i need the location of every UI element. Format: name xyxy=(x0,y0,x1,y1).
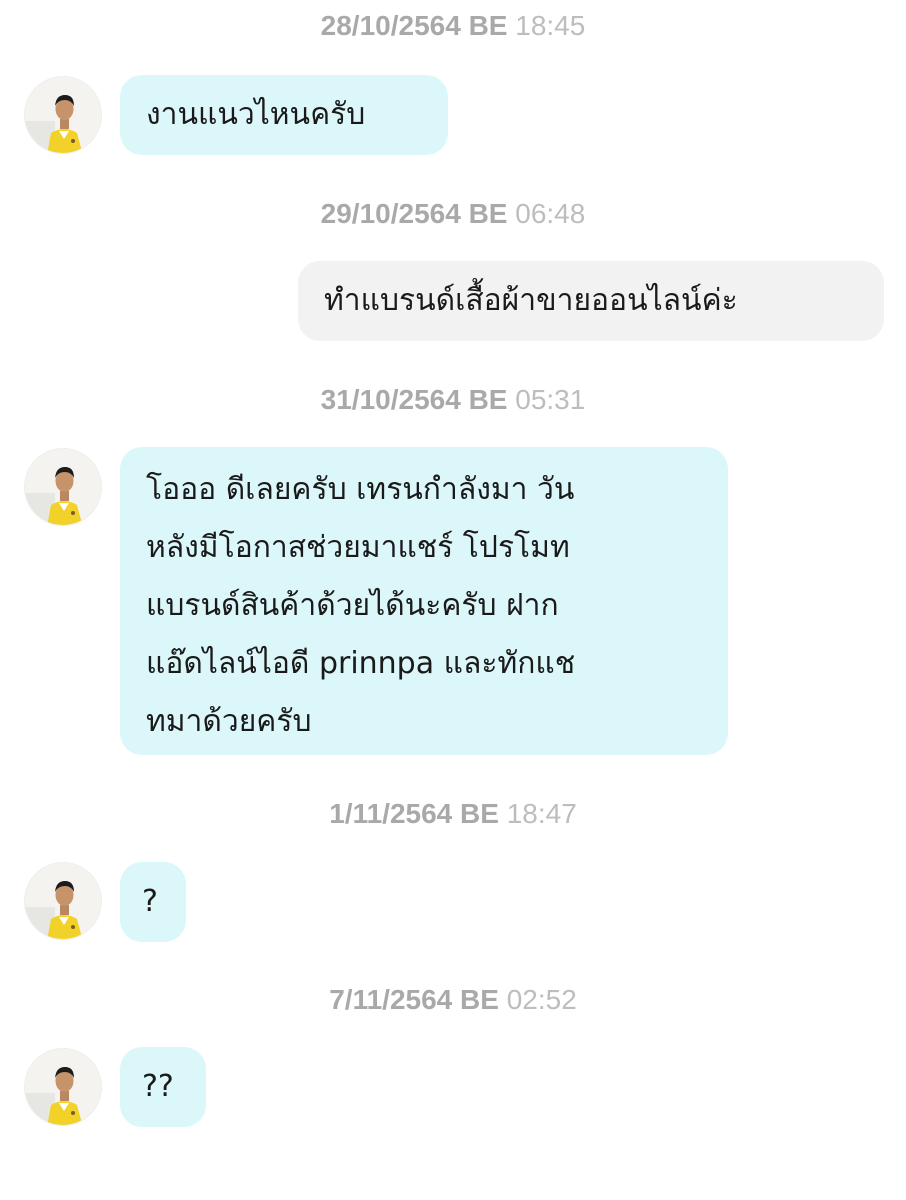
contact-avatar[interactable] xyxy=(24,862,102,940)
message-line: แบรนด์สินค้าด้วยได้นะครับ ฝาก xyxy=(146,588,559,623)
contact-avatar[interactable] xyxy=(24,448,102,526)
outgoing-message-bubble[interactable]: ทำแบรนด์เสื้อผ้าขายออนไลน์ค่ะ xyxy=(298,261,884,341)
message-line: แอ๊ดไลน์ไอดี prinnpa และทักแช xyxy=(146,646,576,681)
message-line: ทำแบรนด์เสื้อผ้าขายออนไลน์ค่ะ xyxy=(324,283,738,318)
incoming-message-bubble[interactable]: งานแนวไหนครับ xyxy=(120,75,448,155)
message-line: งานแนวไหนครับ xyxy=(146,97,366,132)
message-timestamp: 31/10/2564 BE 05:31 xyxy=(0,384,906,416)
timestamp-date: 1/11/2564 BE xyxy=(329,798,499,829)
message-text: ?? xyxy=(142,1058,174,1116)
timestamp-time: 18:45 xyxy=(515,10,586,41)
message-timestamp: 1/11/2564 BE 18:47 xyxy=(0,798,906,830)
message-text: ? xyxy=(142,873,158,931)
message-timestamp: 29/10/2564 BE 06:48 xyxy=(0,198,906,230)
timestamp-time: 05:31 xyxy=(515,384,586,415)
timestamp-time: 06:48 xyxy=(515,198,586,229)
timestamp-date: 7/11/2564 BE xyxy=(329,984,499,1015)
timestamp-date: 31/10/2564 BE xyxy=(320,384,508,415)
message-text: โอออ ดีเลยครับ เทรนกำลังมา วัน หลังมีโอก… xyxy=(146,461,575,751)
message-line: โอออ ดีเลยครับ เทรนกำลังมา วัน xyxy=(146,472,575,507)
timestamp-time: 18:47 xyxy=(506,798,577,829)
message-line: ? xyxy=(142,884,158,919)
message-line: ?? xyxy=(142,1069,174,1104)
chat-thread: 28/10/2564 BE 18:45 งานแนวไหนครับ 29/10/… xyxy=(0,0,906,1200)
avatar-photo-icon xyxy=(25,449,101,525)
incoming-message-bubble[interactable]: ?? xyxy=(120,1047,206,1127)
message-text: งานแนวไหนครับ xyxy=(146,86,365,144)
avatar-photo-icon xyxy=(25,863,101,939)
incoming-message-bubble[interactable]: ? xyxy=(120,862,186,942)
avatar-photo-icon xyxy=(25,77,101,153)
contact-avatar[interactable] xyxy=(24,76,102,154)
timestamp-date: 28/10/2564 BE xyxy=(320,10,508,41)
contact-avatar[interactable] xyxy=(24,1048,102,1126)
message-timestamp: 28/10/2564 BE 18:45 xyxy=(0,10,906,42)
message-line: หลังมีโอกาสช่วยมาแชร์ โปรโมท xyxy=(146,530,570,565)
message-timestamp: 7/11/2564 BE 02:52 xyxy=(0,984,906,1016)
timestamp-time: 02:52 xyxy=(506,984,577,1015)
incoming-message-bubble[interactable]: โอออ ดีเลยครับ เทรนกำลังมา วัน หลังมีโอก… xyxy=(120,447,728,755)
timestamp-date: 29/10/2564 BE xyxy=(320,198,508,229)
message-line: ทมาด้วยครับ xyxy=(146,704,312,739)
message-text: ทำแบรนด์เสื้อผ้าขายออนไลน์ค่ะ xyxy=(324,272,738,330)
avatar-photo-icon xyxy=(25,1049,101,1125)
